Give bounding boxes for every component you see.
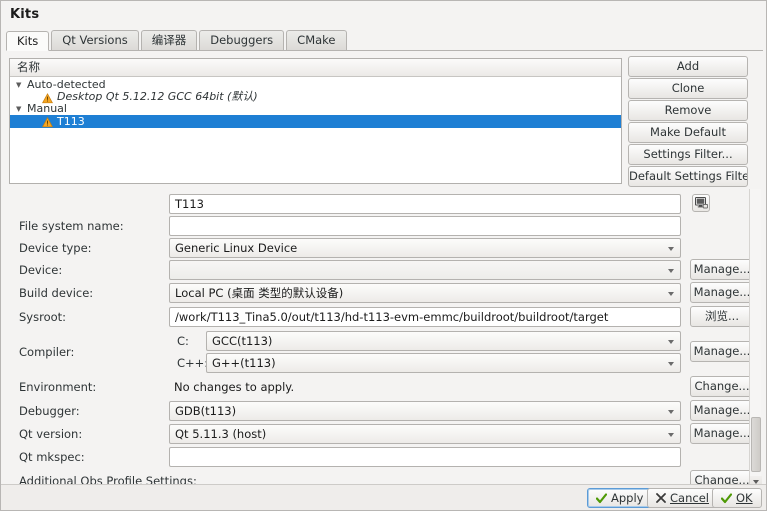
row-sysroot: Sysroot: /work/T113_Tina5.0/out/t113/hd-… bbox=[9, 306, 760, 328]
debugger-label: Debugger: bbox=[19, 404, 80, 418]
device-type-combo[interactable]: Generic Linux Device bbox=[169, 238, 681, 258]
sysroot-browse-button[interactable]: 浏览... bbox=[690, 306, 754, 327]
chevron-down-icon[interactable]: ▼ bbox=[16, 103, 27, 115]
qt-mkspec-label: Qt mkspec: bbox=[19, 450, 85, 464]
file-system-name-input[interactable] bbox=[169, 216, 681, 236]
remove-button[interactable]: Remove bbox=[628, 100, 748, 121]
row-build-device: Build device: Local PC (桌面 类型的默认设备) Mana… bbox=[9, 282, 760, 304]
add-button[interactable]: Add bbox=[628, 56, 748, 77]
kit-actions: Add Clone Remove Make Default Settings F… bbox=[628, 56, 748, 187]
device-label: Device: bbox=[19, 263, 62, 277]
build-device-combo[interactable]: Local PC (桌面 类型的默认设备) bbox=[169, 283, 681, 303]
check-icon bbox=[721, 493, 732, 504]
default-settings-filter-button[interactable]: Default Settings Filter... bbox=[628, 166, 748, 187]
qt-version-combo[interactable]: Qt 5.11.3 (host) bbox=[169, 424, 681, 444]
row-environment: Environment: No changes to apply. Change… bbox=[9, 376, 760, 398]
row-name: T113 bbox=[9, 193, 760, 215]
warning-icon bbox=[42, 117, 53, 128]
sysroot-label: Sysroot: bbox=[19, 310, 66, 324]
page-title: Kits bbox=[10, 7, 39, 22]
tree-item-t113[interactable]: T113 bbox=[10, 115, 621, 128]
scrollbar-thumb[interactable] bbox=[751, 417, 761, 472]
tab-kits[interactable]: Kits bbox=[6, 31, 49, 51]
tree-column-header-name: 名称 bbox=[10, 59, 621, 77]
tree-node-label: T113 bbox=[57, 115, 85, 128]
tab-debuggers[interactable]: Debuggers bbox=[199, 30, 284, 50]
tree-body: ▼ Auto-detected Desktop Qt 5.12.12 GCC 6… bbox=[10, 77, 621, 128]
check-icon bbox=[596, 493, 607, 504]
close-icon bbox=[656, 493, 666, 503]
row-qt-version: Qt version: Qt 5.11.3 (host) Manage... bbox=[9, 423, 760, 445]
file-system-name-label: File system name: bbox=[19, 219, 124, 233]
tab-bar: Kits Qt Versions 编译器 Debuggers CMake bbox=[6, 30, 763, 51]
tree-group-manual[interactable]: ▼ Manual bbox=[10, 103, 621, 115]
qt-version-label: Qt version: bbox=[19, 427, 82, 441]
row-file-system-name: File system name: bbox=[9, 215, 760, 237]
sysroot-input[interactable]: /work/T113_Tina5.0/out/t113/hd-t113-evm-… bbox=[169, 307, 681, 327]
dialog-footer: Apply Cancel OK bbox=[1, 484, 766, 510]
monitor-icon[interactable] bbox=[692, 194, 710, 212]
ok-button[interactable]: OK bbox=[712, 488, 762, 508]
tab-qt-versions[interactable]: Qt Versions bbox=[51, 30, 139, 50]
kits-tree[interactable]: 名称 ▼ Auto-detected Desktop Qt 5.12.12 GC… bbox=[9, 58, 622, 184]
kit-details-form: T113 File system name: Device type: Gene… bbox=[9, 189, 760, 489]
kit-name-input[interactable]: T113 bbox=[169, 194, 681, 214]
compiler-cpp-label: C++: bbox=[177, 356, 208, 370]
compiler-cpp-combo[interactable]: G++(t113) bbox=[206, 353, 681, 373]
chevron-down-icon bbox=[668, 247, 674, 251]
debugger-value: GDB(t113) bbox=[175, 404, 236, 418]
device-type-value: Generic Linux Device bbox=[175, 241, 297, 255]
clone-button[interactable]: Clone bbox=[628, 78, 748, 99]
debugger-manage-button[interactable]: Manage... bbox=[690, 400, 754, 421]
row-device: Device: Manage... bbox=[9, 259, 760, 281]
chevron-down-icon bbox=[668, 362, 674, 366]
kits-settings-dialog: Kits Kits Qt Versions 编译器 Debuggers CMak… bbox=[0, 0, 767, 511]
chevron-down-icon bbox=[668, 433, 674, 437]
debugger-combo[interactable]: GDB(t113) bbox=[169, 401, 681, 421]
tree-node-label: Manual bbox=[27, 103, 67, 115]
settings-filter-button[interactable]: Settings Filter... bbox=[628, 144, 748, 165]
warning-icon bbox=[42, 93, 53, 104]
row-debugger: Debugger: GDB(t113) Manage... bbox=[9, 400, 760, 422]
build-device-label: Build device: bbox=[19, 286, 93, 300]
cancel-label: Cancel bbox=[670, 489, 709, 507]
qt-mkspec-input[interactable] bbox=[169, 447, 681, 467]
ok-label: OK bbox=[736, 489, 753, 507]
tree-node-label: Desktop Qt 5.12.12 GCC 64bit (默认) bbox=[57, 91, 258, 103]
compiler-cpp-value: G++(t113) bbox=[212, 356, 276, 370]
tab-compilers[interactable]: 编译器 bbox=[141, 30, 198, 50]
row-device-type: Device type: Generic Linux Device bbox=[9, 237, 760, 259]
build-device-manage-button[interactable]: Manage... bbox=[690, 282, 754, 303]
device-manage-button[interactable]: Manage... bbox=[690, 259, 754, 280]
device-type-label: Device type: bbox=[19, 241, 92, 255]
form-scrollbar[interactable] bbox=[749, 189, 761, 488]
environment-change-button[interactable]: Change... bbox=[690, 376, 754, 397]
make-default-button[interactable]: Make Default bbox=[628, 122, 748, 143]
environment-value: No changes to apply. bbox=[169, 377, 681, 397]
tree-item-desktop-qt[interactable]: Desktop Qt 5.12.12 GCC 64bit (默认) bbox=[10, 91, 621, 103]
device-combo[interactable] bbox=[169, 260, 681, 280]
apply-button[interactable]: Apply bbox=[587, 488, 652, 508]
row-qt-mkspec: Qt mkspec: bbox=[9, 446, 760, 468]
environment-label: Environment: bbox=[19, 380, 96, 394]
chevron-down-icon bbox=[668, 269, 674, 273]
chevron-down-icon bbox=[668, 410, 674, 414]
chevron-down-icon[interactable]: ▼ bbox=[16, 79, 27, 91]
chevron-down-icon bbox=[668, 292, 674, 296]
row-compiler-cpp: C++: G++(t113) bbox=[9, 352, 760, 374]
qt-version-manage-button[interactable]: Manage... bbox=[690, 423, 754, 444]
tab-cmake[interactable]: CMake bbox=[286, 30, 346, 50]
cancel-button[interactable]: Cancel bbox=[647, 488, 718, 508]
qt-version-value: Qt 5.11.3 (host) bbox=[175, 427, 266, 441]
apply-label: Apply bbox=[611, 489, 643, 507]
build-device-value: Local PC (桌面 类型的默认设备) bbox=[175, 286, 343, 300]
